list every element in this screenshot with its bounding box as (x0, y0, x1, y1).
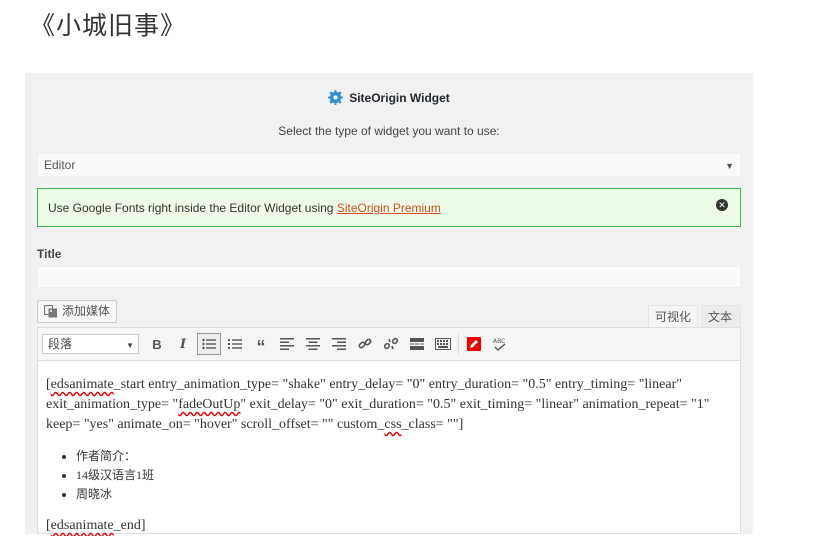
numbered-list-icon (228, 339, 242, 349)
shortcode-close-paragraph: [edsanimate_end] (46, 518, 146, 533)
fade-value: fadeOutUp (178, 397, 241, 412)
widget-type-value: Editor (44, 158, 76, 172)
title-label: Title (37, 247, 62, 261)
italic-icon: I (179, 336, 187, 352)
link-icon (358, 338, 372, 349)
align-left-icon (280, 338, 294, 350)
widget-header: SiteOrigin Widget (25, 90, 753, 105)
read-more-icon (410, 338, 424, 350)
notice-text: Use Google Fonts right inside the Editor… (48, 201, 337, 215)
keyboard-icon (435, 338, 451, 350)
add-media-button[interactable]: 添加媒体 (37, 300, 117, 323)
toolbar-toggle-button[interactable] (431, 333, 455, 355)
spellcheck-button[interactable]: ABC (488, 333, 512, 355)
align-left-button[interactable] (275, 333, 299, 355)
siteorigin-premium-link[interactable]: SiteOrigin Premium (337, 201, 441, 215)
chevron-down-icon: ▼ (725, 161, 734, 171)
author-list: 作者简介： 14级汉语言1班 周晓冰 (46, 447, 732, 504)
media-icon (44, 305, 57, 318)
align-right-icon (332, 338, 346, 350)
shortcode-close-tag: edsanimate (50, 518, 114, 533)
svg-text:ABC: ABC (493, 338, 505, 345)
shortcode-close-end: _end] (113, 518, 146, 533)
align-center-button[interactable] (301, 333, 325, 355)
blockquote-icon: “ (256, 337, 266, 357)
list-item: 14级汉语言1班 (76, 466, 732, 485)
tab-text[interactable]: 文本 (701, 305, 741, 328)
tab-visual[interactable]: 可视化 (648, 305, 698, 328)
remove-link-button[interactable] (379, 333, 403, 355)
css-word: css (384, 417, 402, 432)
widget-type-select[interactable]: Editor ▼ (37, 153, 741, 177)
blockquote-button[interactable]: “ (249, 333, 273, 357)
add-media-label: 添加媒体 (62, 304, 111, 318)
pencil-icon (467, 337, 481, 351)
format-select-value: 段落 (48, 337, 73, 351)
italic-button[interactable]: I (171, 333, 195, 355)
bold-button[interactable]: B (145, 333, 169, 355)
read-more-button[interactable] (405, 333, 429, 355)
rich-text-editor: 段落 ▼ B I “ ABC [edsanimate_start entry_a… (37, 327, 741, 534)
bold-icon: B (152, 336, 162, 352)
shortcode-open-end: _class= ""] (401, 417, 464, 432)
widget-type-prompt: Select the type of widget you want to us… (278, 124, 500, 138)
toolbar-separator (458, 334, 459, 354)
page-title: 《小城旧事》 (30, 11, 187, 40)
numbered-list-button[interactable] (223, 333, 247, 355)
align-center-icon (306, 338, 320, 350)
insert-link-button[interactable] (353, 333, 377, 355)
editor-content[interactable]: [edsanimate_start entry_animation_type= … (38, 361, 740, 536)
title-input[interactable] (37, 266, 741, 288)
format-select[interactable]: 段落 ▼ (42, 334, 139, 354)
siteorigin-widget-panel: SiteOrigin Widget Select the type of wid… (25, 73, 753, 534)
shortcode-open-paragraph: [edsanimate_start entry_animation_type= … (46, 377, 710, 432)
spellcheck-icon: ABC (493, 338, 506, 351)
unlink-icon (384, 337, 398, 350)
editor-toolbar: 段落 ▼ B I “ ABC (38, 328, 740, 361)
dismiss-notice-icon[interactable]: ✕ (716, 199, 728, 211)
shortcode-open-tag: edsanimate (50, 377, 114, 392)
list-item: 周晓冰 (76, 485, 732, 504)
list-item: 作者简介： (76, 447, 732, 466)
align-right-button[interactable] (327, 333, 351, 355)
chevron-down-icon: ▼ (126, 341, 134, 350)
widget-header-label: SiteOrigin Widget (349, 90, 450, 105)
premium-notice: Use Google Fonts right inside the Editor… (37, 188, 741, 227)
bulleted-list-icon (202, 338, 216, 350)
bulleted-list-button[interactable] (197, 333, 221, 355)
text-color-button[interactable] (462, 333, 486, 355)
gear-icon (328, 90, 344, 105)
